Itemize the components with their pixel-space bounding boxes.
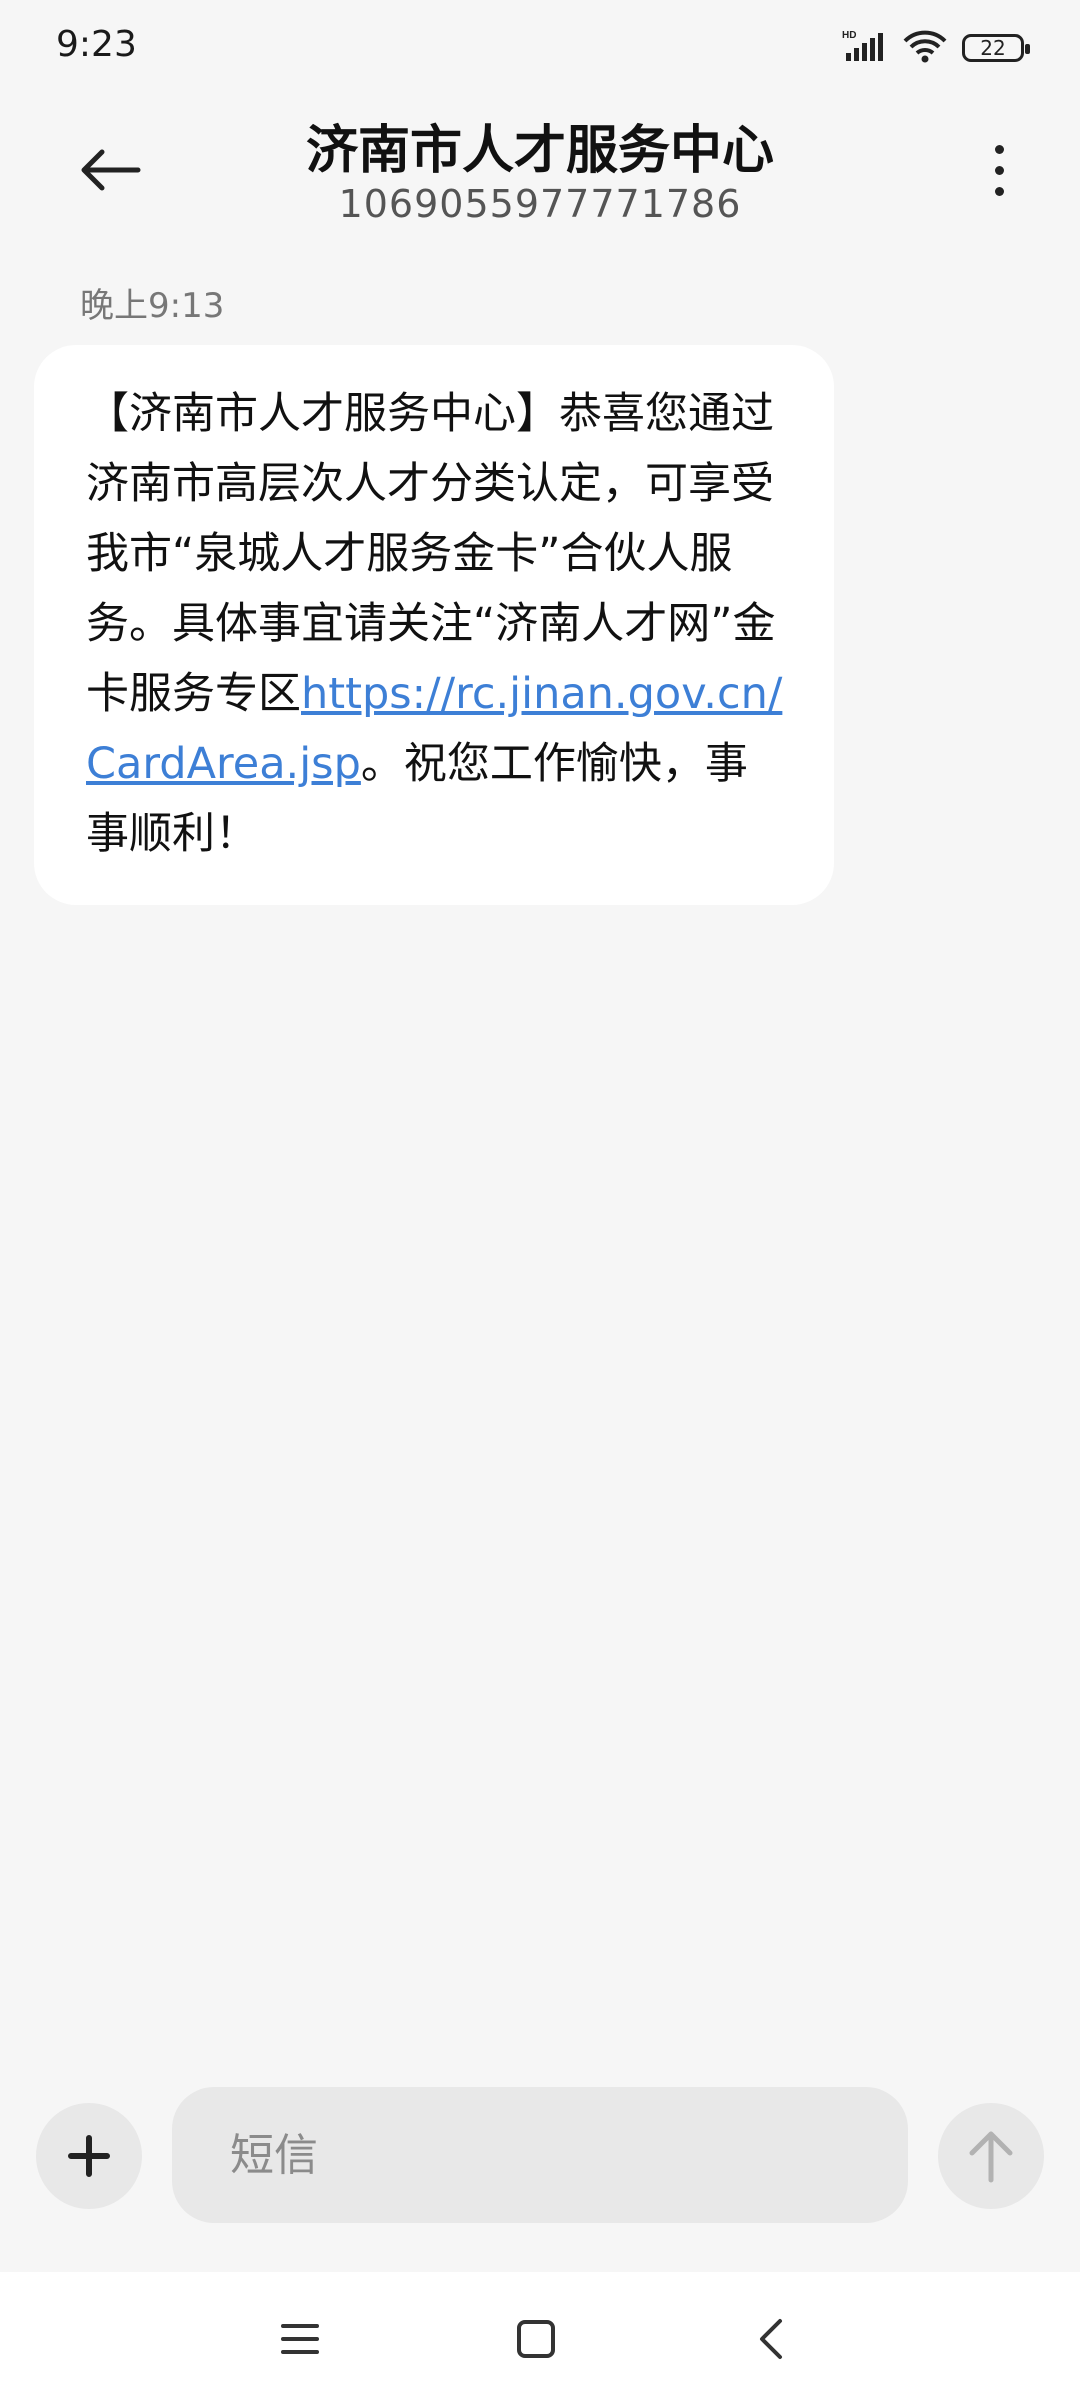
- menu-icon: [281, 2324, 319, 2354]
- more-options-button[interactable]: [964, 130, 1034, 210]
- arrow-up-icon: [969, 2131, 1013, 2183]
- message-bubble[interactable]: 【济南市人才服务中心】恭喜您通过济南市高层次人才分类认定，可享受我市“泉城人才服…: [34, 345, 834, 905]
- attach-button[interactable]: [36, 2103, 142, 2209]
- wifi-icon: [902, 29, 948, 67]
- nav-back-button[interactable]: [736, 2304, 806, 2374]
- status-time: 9:23: [56, 24, 137, 65]
- chevron-left-icon: [760, 2319, 782, 2359]
- status-icons: HD 22: [842, 26, 1030, 70]
- plus-icon: [68, 2135, 110, 2177]
- send-button[interactable]: [938, 2103, 1044, 2209]
- battery-icon: 22: [962, 34, 1030, 62]
- nav-home-button[interactable]: [501, 2304, 571, 2374]
- nav-menu-button[interactable]: [265, 2304, 335, 2374]
- conversation-header: 济南市人才服务中心 1069055977771786: [0, 90, 1080, 280]
- signal-icon: HD: [842, 29, 888, 67]
- message-text: 【济南市人才服务中心】恭喜您通过济南市高层次人才分类认定，可享受我市“泉城人才服…: [86, 379, 786, 869]
- sms-input[interactable]: [228, 2128, 908, 2182]
- status-bar: 9:23 HD 22: [0, 0, 1080, 90]
- contact-name: 济南市人才服务中心: [305, 121, 774, 181]
- hd-label: HD: [842, 30, 856, 41]
- system-nav-bar: [0, 2272, 1080, 2400]
- message-timestamp: 晚上9:13: [80, 286, 225, 326]
- sms-input-box[interactable]: [172, 2087, 908, 2223]
- square-icon: [517, 2320, 555, 2358]
- contact-number: 1069055977771786: [338, 182, 742, 226]
- more-vertical-icon: [994, 144, 1004, 154]
- message-composer: [0, 2085, 1080, 2225]
